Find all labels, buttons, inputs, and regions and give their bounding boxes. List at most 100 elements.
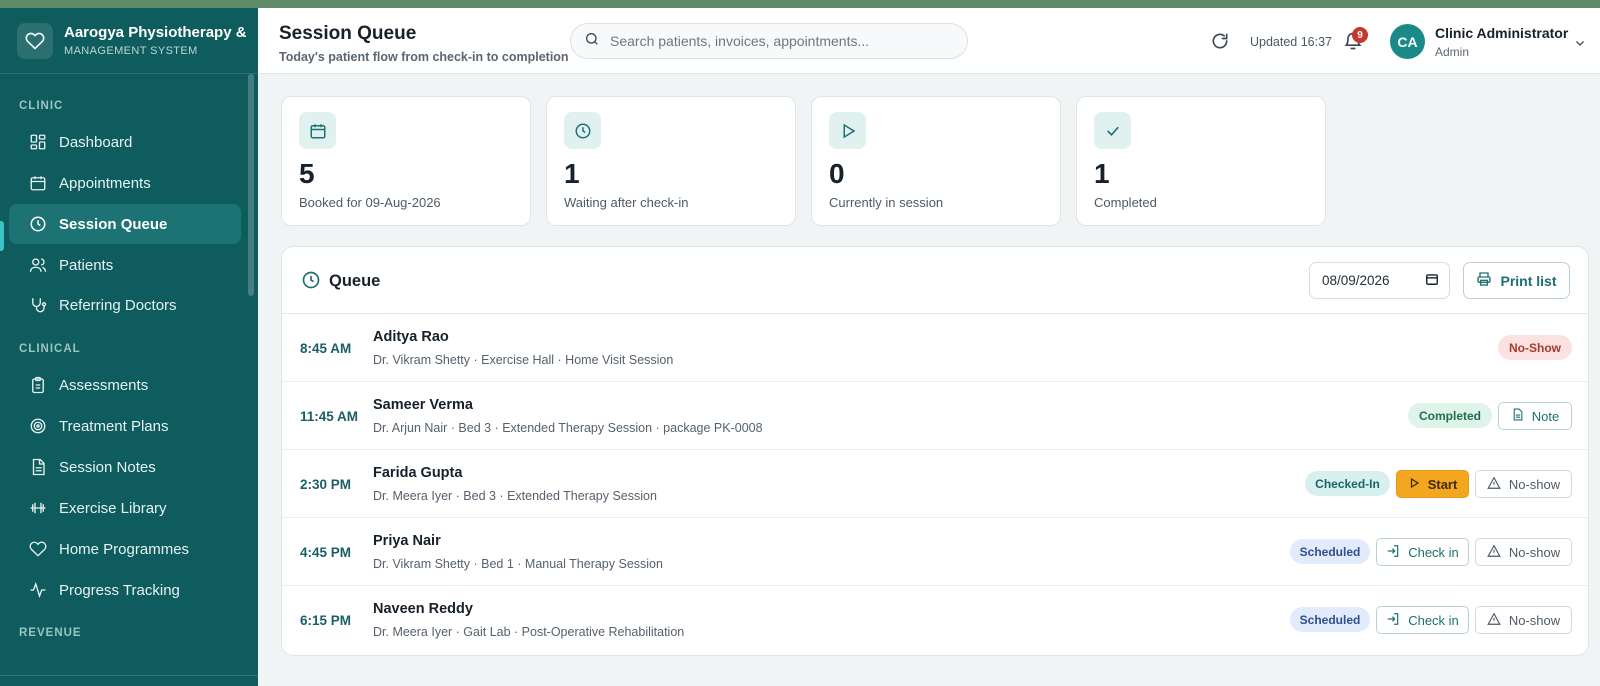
queue-panel: Queue 08/09/2026 Print list 8:45 AM Adit…: [281, 246, 1589, 656]
note-button[interactable]: Note: [1498, 402, 1572, 430]
check-in-button[interactable]: Check in: [1376, 606, 1469, 634]
no-show-label: No-show: [1508, 476, 1561, 492]
clock-icon: [301, 270, 321, 290]
brand[interactable]: Aarogya Physiotherapy & I MANAGEMENT SYS…: [0, 8, 258, 74]
calendar-icon: [299, 112, 336, 149]
check-in-button[interactable]: Check in: [1376, 538, 1469, 566]
check-icon: [1094, 112, 1131, 149]
activity-icon: [28, 580, 48, 600]
sidebar-item-exercise-library[interactable]: Exercise Library: [9, 488, 241, 528]
sidebar-item-label: Patients: [59, 256, 114, 274]
queue-row[interactable]: 2:30 PM Farida Gupta Dr. Meera Iyer · Be…: [282, 450, 1588, 518]
sidebar-item-assessments[interactable]: Assessments: [9, 365, 241, 405]
nav-section-clinic: CLINIC: [19, 100, 64, 112]
no-show-label: No-show: [1508, 544, 1561, 560]
no-show-button[interactable]: No-show: [1475, 470, 1572, 498]
stat-value: 0: [829, 158, 845, 189]
stethoscope-icon: [28, 295, 48, 315]
sidebar-item-home-programmes[interactable]: Home Programmes: [9, 529, 241, 569]
sidebar-item-label: Treatment Plans: [59, 417, 169, 435]
queue-row[interactable]: 6:15 PM Naveen Reddy Dr. Meera Iyer · Ga…: [282, 586, 1588, 654]
sidebar-item-referring-doctors[interactable]: Referring Doctors: [9, 285, 241, 325]
sidebar-scrollbar[interactable]: [248, 74, 254, 296]
row-time: 4:45 PM: [300, 545, 352, 560]
sidebar-item-label: Appointments: [59, 174, 151, 192]
refresh-icon[interactable]: [1210, 31, 1230, 51]
sidebar-item-patients[interactable]: Patients: [9, 245, 241, 285]
date-picker[interactable]: 08/09/2026: [1309, 262, 1450, 299]
patient-name[interactable]: Sameer Verma: [373, 397, 473, 413]
patient-name[interactable]: Naveen Reddy: [373, 601, 473, 617]
sidebar-item-dashboard[interactable]: Dashboard: [9, 122, 241, 162]
sidebar-item-label: Dashboard: [59, 133, 133, 151]
search-input[interactable]: [610, 33, 950, 49]
print-list-label: Print list: [1500, 272, 1557, 289]
start-label: Start: [1427, 476, 1458, 492]
sidebar-item-treatment-plans[interactable]: Treatment Plans: [9, 406, 241, 446]
queue-row[interactable]: 11:45 AM Sameer Verma Dr. Arjun Nair · B…: [282, 382, 1588, 450]
sidebar-item-appointments[interactable]: Appointments: [9, 163, 241, 203]
print-list-button[interactable]: Print list: [1463, 262, 1570, 299]
sidebar-item-session-notes[interactable]: Session Notes: [9, 447, 241, 487]
page-subtitle: Today's patient flow from check-in to co…: [279, 50, 569, 64]
patient-name[interactable]: Priya Nair: [373, 533, 441, 549]
top-accent-strip: [0, 0, 1600, 8]
calendar-icon: [28, 173, 48, 193]
row-time: 2:30 PM: [300, 477, 352, 492]
heart-icon: [28, 539, 48, 559]
nav-section-clinical: CLINICAL: [19, 343, 81, 355]
heart-icon: [17, 22, 53, 59]
row-details: Dr. Vikram Shetty · Exercise Hall · Home…: [373, 353, 674, 367]
play-icon: [829, 112, 866, 149]
row-time: 6:15 PM: [300, 613, 352, 628]
search-icon: [584, 31, 600, 52]
users-icon: [28, 255, 48, 275]
updated-time: Updated 16:37: [1250, 35, 1333, 49]
status-badge: Completed: [1408, 403, 1492, 428]
row-time: 8:45 AM: [300, 341, 352, 356]
sidebar-item-label: Progress Tracking: [59, 581, 180, 599]
no-show-button[interactable]: No-show: [1475, 538, 1572, 566]
active-indicator: [0, 221, 4, 251]
patient-name[interactable]: Aditya Rao: [373, 329, 449, 345]
stat-card-booked: 5 Booked for 09-Aug-2026: [281, 96, 531, 226]
page-title: Session Queue: [279, 23, 417, 44]
sidebar-item-label: Exercise Library: [59, 499, 167, 517]
stat-label: Waiting after check-in: [564, 195, 689, 210]
row-details: Dr. Vikram Shetty · Bed 1 · Manual Thera…: [373, 557, 663, 571]
patient-name[interactable]: Farida Gupta: [373, 465, 462, 481]
sidebar-item-label: Session Notes: [59, 458, 156, 476]
dashboard-icon: [28, 132, 48, 152]
row-details: Dr. Meera Iyer · Gait Lab · Post-Operati…: [373, 625, 685, 639]
chevron-down-icon[interactable]: [1574, 36, 1586, 48]
warning-icon: [1487, 476, 1509, 493]
queue-row[interactable]: 4:45 PM Priya Nair Dr. Vikram Shetty · B…: [282, 518, 1588, 586]
search-bar[interactable]: [570, 23, 968, 59]
calendar-icon[interactable]: [1425, 272, 1439, 289]
brand-subtitle: MANAGEMENT SYSTEM: [64, 44, 198, 57]
clock-icon: [28, 214, 48, 234]
queue-header: Queue 08/09/2026 Print list: [282, 247, 1588, 314]
status-badge: Scheduled: [1290, 607, 1370, 632]
row-details: Dr. Arjun Nair · Bed 3 · Extended Therap…: [373, 421, 763, 435]
status-badge: No-Show: [1498, 335, 1572, 360]
sidebar-item-progress-tracking[interactable]: Progress Tracking: [9, 570, 241, 610]
sidebar-item-session-queue[interactable]: Session Queue: [9, 204, 241, 244]
row-details: Dr. Meera Iyer · Bed 3 · Extended Therap…: [373, 489, 657, 503]
warning-icon: [1487, 612, 1509, 629]
sidebar-item-label: Referring Doctors: [59, 296, 177, 314]
target-icon: [28, 416, 48, 436]
divider: [0, 675, 258, 676]
check-in-label: Check in: [1408, 612, 1459, 628]
queue-row[interactable]: 8:45 AM Aditya Rao Dr. Vikram Shetty · E…: [282, 314, 1588, 382]
status-badge: Scheduled: [1290, 539, 1370, 564]
printer-icon: [1476, 271, 1500, 290]
avatar[interactable]: CA: [1390, 24, 1425, 59]
sidebar: Aarogya Physiotherapy & I MANAGEMENT SYS…: [0, 8, 258, 686]
queue-title: Queue: [329, 272, 381, 290]
stat-card-in-session: 0 Currently in session: [811, 96, 1061, 226]
login-icon: [1386, 612, 1408, 629]
user-name[interactable]: Clinic Administrator: [1435, 25, 1568, 41]
start-button[interactable]: Start: [1396, 470, 1469, 498]
no-show-button[interactable]: No-show: [1475, 606, 1572, 634]
